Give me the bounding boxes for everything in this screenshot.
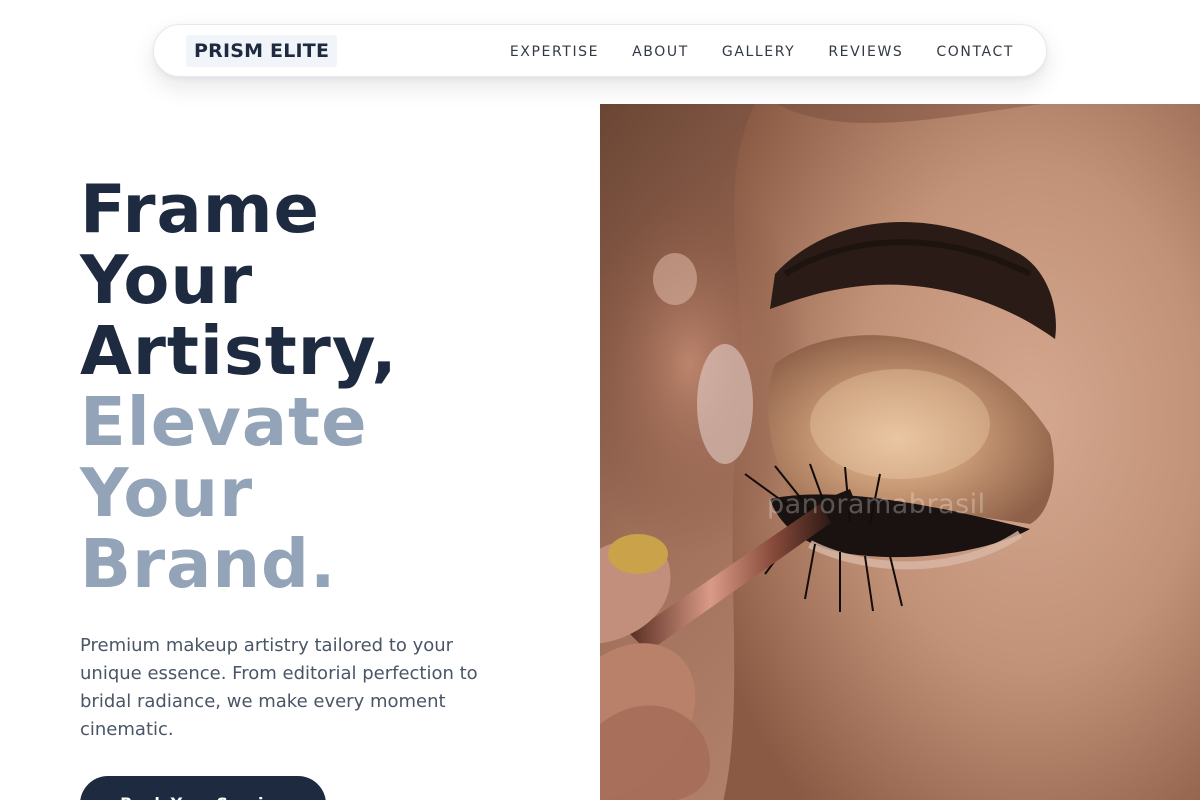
nav-link-gallery[interactable]: GALLERY [722,44,795,60]
headline-line: Your [80,241,254,319]
book-session-button[interactable]: Book Your Session [80,776,326,800]
headline-accent-line: Elevate [80,383,368,461]
nav-link-contact[interactable]: CONTACT [936,44,1014,60]
nav-link-about[interactable]: ABOUT [632,44,689,60]
eye-makeup-illustration [600,104,1200,800]
image-watermark: panoramabrasil [767,489,986,520]
hero-image-makeup-application: panoramabrasil [600,104,1200,800]
landing-page: PRISM ELITE EXPERTISE ABOUT GALLERY REVI… [0,0,1200,800]
hero-headline: Frame Your Artistry, Elevate Your Brand. [80,174,580,600]
headline-line: Frame [80,170,320,248]
headline-accent-line: Your [80,454,254,532]
nav-link-reviews[interactable]: REVIEWS [828,44,903,60]
brand-logo[interactable]: PRISM ELITE [186,35,338,67]
headline-line: Artistry, [80,312,398,390]
nav-link-expertise[interactable]: EXPERTISE [510,44,599,60]
headline-accent-line: Brand. [80,525,337,603]
hero-description: Premium makeup artistry tailored to your… [80,635,478,740]
main-navigation: PRISM ELITE EXPERTISE ABOUT GALLERY REVI… [153,24,1047,77]
nav-links: EXPERTISE ABOUT GALLERY REVIEWS CONTACT [510,25,1014,78]
